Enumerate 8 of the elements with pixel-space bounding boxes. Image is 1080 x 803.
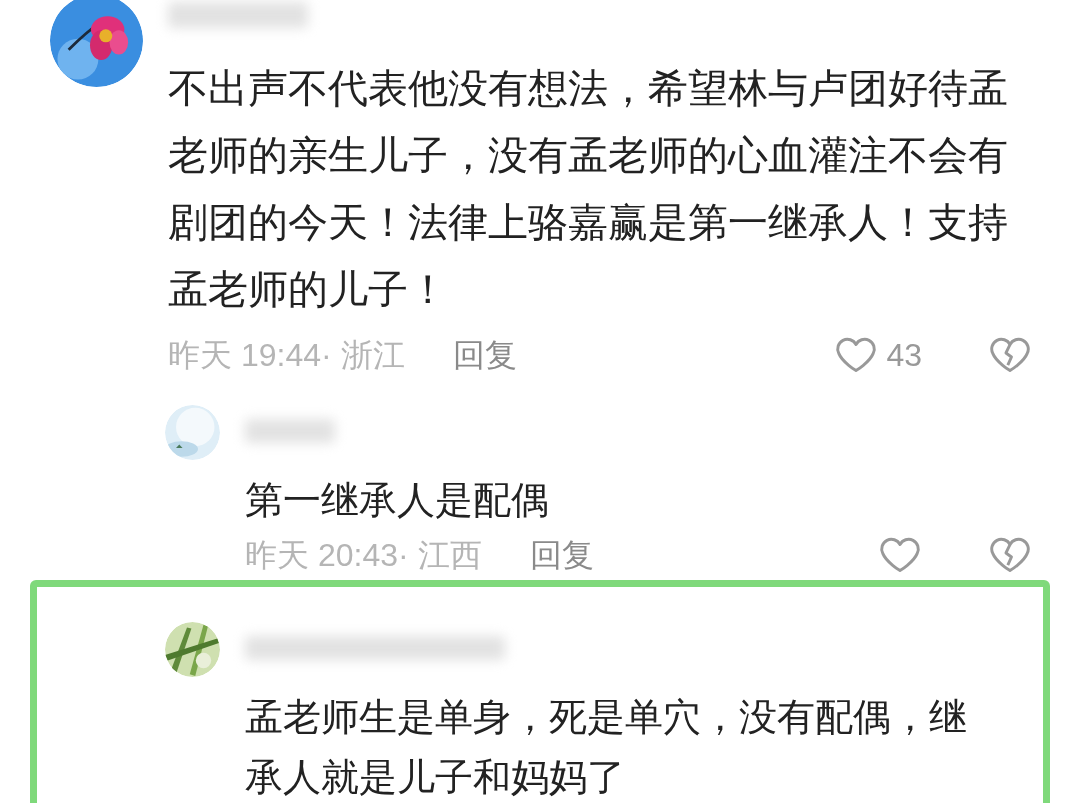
comment-time-location: 昨天 19:44· 浙江 [168, 336, 405, 375]
reply-link[interactable]: 回复 [452, 331, 517, 379]
reply-text: 孟老师生是单身，死是单穴，没有配偶，继承人就是儿子和妈妈了 [245, 695, 968, 800]
comment-text: 不出声不代表他没有想法，希望林与卢团好待孟老师的亲生儿子，没有孟老师的心血灌注不会有剧团的今天！法律上骆嘉赢是第一继承人！支持孟老师的儿子！ [168, 65, 1009, 313]
like-count: 43 [886, 336, 922, 375]
reply-text: 第一继承人是配偶 [245, 478, 550, 523]
comment-time-location: 昨天 20:43· 江西 [245, 536, 482, 575]
reply-link[interactable]: 回复 [529, 531, 594, 579]
